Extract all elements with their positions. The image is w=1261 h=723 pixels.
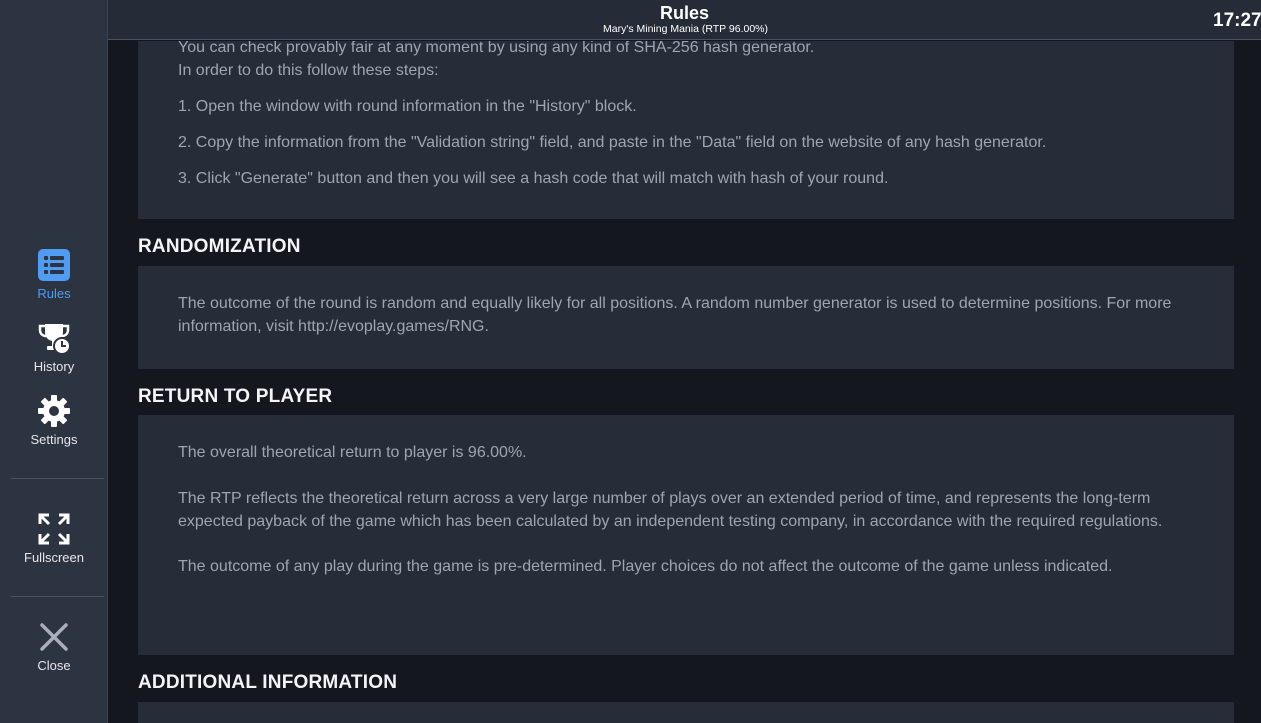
sidebar-divider [11,478,104,479]
provably-fair-intro: In order to do this follow these steps: [178,62,439,79]
rtp-paragraph: The overall theoretical return to player… [178,444,527,461]
additional-panel [138,702,1234,723]
sidebar-item-label: Rules [37,286,71,301]
game-subtitle: Mary's Mining Mania (RTP 96.00%) [602,23,768,35]
provably-fair-step: 3. Click "Generate" button and then you … [178,170,889,187]
provably-fair-panel: You can check provably fair at any momen… [138,41,1234,219]
page-title: Rules [659,3,710,23]
randomization-panel: The outcome of the round is random and e… [138,266,1234,369]
clock: 17:27 [1213,10,1261,31]
sidebar-item-settings[interactable]: Settings [0,394,108,447]
section-heading-additional: ADDITIONAL INFORMATION [138,672,398,693]
section-heading-randomization: RANDOMIZATION [138,236,301,257]
rtp-paragraph: The RTP reflects the theoretical return … [178,490,1163,530]
header-bar: Rules Mary's Mining Mania (RTP 96.00%) 1… [108,0,1261,40]
provably-fair-step: 2. Copy the information from the "Valida… [178,134,1047,151]
close-icon [40,623,68,651]
rtp-panel: The overall theoretical return to player… [138,415,1234,655]
sidebar-item-label: Settings [30,432,78,447]
gear-icon [38,395,70,427]
sidebar-item-label: Close [37,658,71,673]
sidebar-item-fullscreen[interactable]: Fullscreen [0,512,108,565]
section-heading-rtp: RETURN TO PLAYER [138,386,333,407]
provably-fair-step: 1. Open the window with round informatio… [178,98,637,115]
rtp-paragraph: The outcome of any play during the game … [178,558,1113,575]
sidebar-divider [11,596,104,597]
sidebar-item-label: History [33,359,75,374]
sidebar-item-close[interactable]: Close [0,620,108,673]
rules-content[interactable]: You can check provably fair at any momen… [108,41,1261,723]
sidebar: Rules History Settings Fullscreen Close [0,0,108,723]
list-icon [38,249,70,281]
trophy-clock-icon [38,324,71,355]
provably-fair-intro: You can check provably fair at any momen… [178,41,815,56]
sidebar-item-history[interactable]: History [0,321,108,374]
sidebar-item-label: Fullscreen [24,550,84,565]
sidebar-item-rules[interactable]: Rules [0,248,108,301]
fullscreen-icon [38,513,70,545]
randomization-text: The outcome of the round is random and e… [178,295,1172,335]
